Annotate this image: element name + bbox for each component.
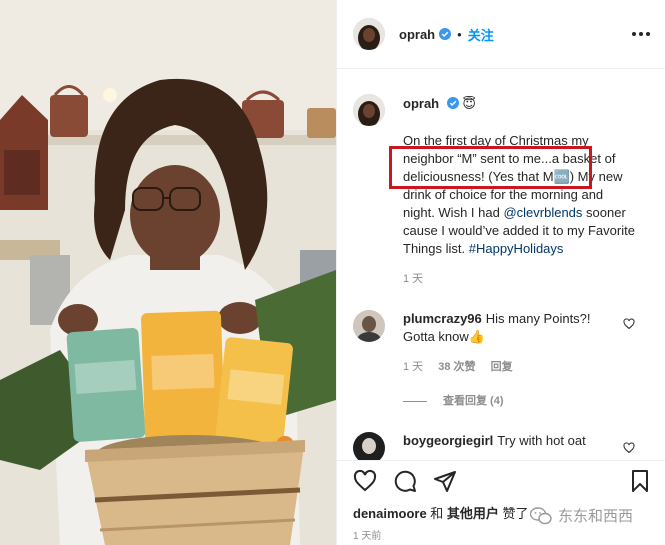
liked-by-username[interactable]: denaimoore — [353, 506, 427, 521]
separator-dot: • — [457, 26, 462, 42]
commenter-avatar[interactable] — [353, 432, 385, 460]
caption-author-emoji: 😇 — [462, 96, 476, 111]
wechat-logo-icon — [530, 506, 552, 524]
comments-list[interactable]: oprah 😇 On the first day of Christmas my… — [337, 70, 665, 460]
view-replies-label: 查看回复 (4) — [443, 395, 504, 407]
verified-badge-icon — [446, 97, 459, 109]
comment-like-icon[interactable] — [623, 442, 635, 454]
replies-divider — [403, 400, 427, 402]
comment-like-icon[interactable] — [623, 318, 635, 330]
post-media[interactable] — [0, 0, 336, 545]
watermark-text: 东东和西西 — [558, 508, 634, 525]
comment-timestamp[interactable]: 1 天 — [403, 361, 423, 373]
caption-text: On the first day of Christmas my neighbo… — [403, 132, 638, 258]
share-icon[interactable] — [433, 469, 457, 493]
commenter-avatar[interactable] — [353, 310, 385, 342]
view-replies-button[interactable]: 查看回复 (4) — [403, 392, 504, 408]
comment-reply-button[interactable]: 回复 — [491, 361, 513, 373]
follow-button[interactable]: 关注 — [468, 25, 494, 44]
caption-author-username[interactable]: oprah — [403, 96, 439, 111]
caption-timestamp[interactable]: 1 天 — [403, 270, 423, 286]
commenter-username[interactable]: plumcrazy96 — [403, 311, 482, 326]
liked-by-conjunction: 和 — [426, 506, 447, 521]
hashtag-link[interactable]: #HappyHolidays — [469, 241, 564, 256]
post-video-frame — [0, 0, 336, 545]
post-sidebar: oprah • 关注 oprah 😇 On the first day of C… — [336, 0, 665, 545]
author-username[interactable]: oprah — [399, 27, 435, 42]
author-avatar[interactable] — [353, 18, 385, 50]
post-timestamp[interactable]: 1 天前 — [353, 527, 381, 542]
mention-link[interactable]: @clevrblends — [503, 205, 582, 220]
liked-by-text: denaimoore 和 其他用户 赞了 — [353, 503, 529, 522]
comment-text: Try with hot oat — [497, 433, 586, 448]
comment-likes-count[interactable]: 38 次赞 — [438, 361, 475, 373]
comment-icon[interactable] — [393, 469, 417, 493]
bookmark-icon[interactable] — [628, 469, 652, 493]
commenter-username[interactable]: boygeorgiegirl — [403, 433, 493, 448]
post-header: oprah • 关注 — [337, 0, 665, 69]
caption-author-avatar[interactable] — [353, 94, 385, 126]
heart-icon[interactable] — [353, 469, 377, 493]
watermark: 东东和西西 — [530, 505, 633, 526]
post-actions: denaimoore 和 其他用户 赞了 1 天前 — [337, 460, 665, 545]
liked-by-verb: 赞了 — [498, 506, 529, 521]
verified-badge-icon — [439, 28, 452, 40]
liked-by-others[interactable]: 其他用户 — [447, 506, 499, 521]
more-options-icon[interactable] — [630, 28, 652, 40]
